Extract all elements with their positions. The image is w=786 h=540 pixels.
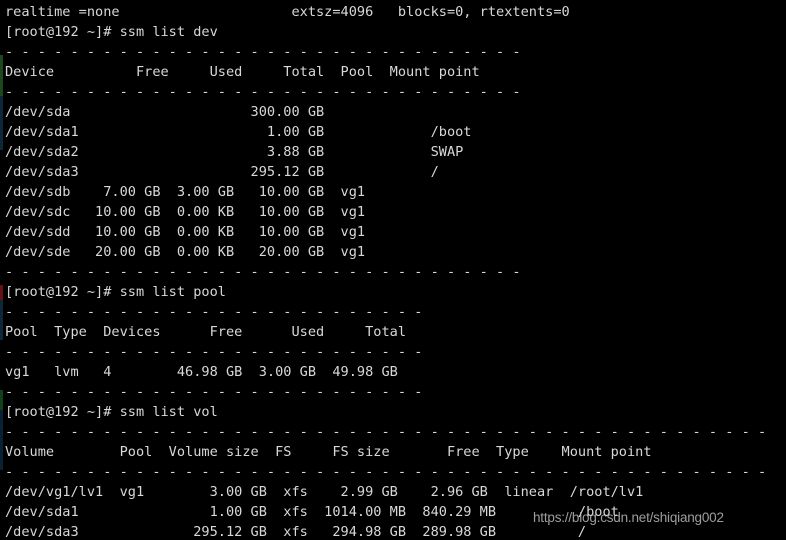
separator-vol-header: - - - - - - - - - - - - - - - - - - - - … bbox=[5, 464, 767, 480]
table-row: /dev/vg1/lv1 vg1 3.00 GB xfs 2.99 GB 2.9… bbox=[5, 484, 644, 500]
separator-dev-top: - - - - - - - - - - - - - - - - - - - - … bbox=[5, 44, 521, 60]
prompt-line-ssm-list-pool: [root@192 ~]# ssm list pool bbox=[5, 284, 226, 300]
separator-pool-bottom: - - - - - - - - - - - - - - - - - - - - … bbox=[5, 384, 423, 400]
separator-pool-header: - - - - - - - - - - - - - - - - - - - - … bbox=[5, 344, 423, 360]
vol-table-header: Volume Pool Volume size FS FS size Free … bbox=[5, 444, 652, 460]
pool-table-header: Pool Type Devices Free Used Total bbox=[5, 324, 407, 340]
table-row: /dev/sdd 10.00 GB 0.00 KB 10.00 GB vg1 bbox=[5, 224, 366, 240]
table-row: /dev/sda3 295.12 GB / bbox=[5, 164, 439, 180]
table-row: /dev/sda1 1.00 GB xfs 1014.00 MB 840.29 … bbox=[5, 504, 619, 520]
table-row: /dev/sda3 295.12 GB xfs 294.98 GB 289.98… bbox=[5, 524, 587, 540]
dev-table-header: Device Free Used Total Pool Mount point bbox=[5, 64, 480, 80]
separator-vol-top: - - - - - - - - - - - - - - - - - - - - … bbox=[5, 424, 767, 440]
prompt-line-ssm-list-dev: [root@192 ~]# ssm list dev bbox=[5, 24, 218, 40]
table-row: /dev/sda2 3.88 GB SWAP bbox=[5, 144, 464, 160]
table-row: /dev/sdb 7.00 GB 3.00 GB 10.00 GB vg1 bbox=[5, 184, 366, 200]
table-row: /dev/sda 300.00 GB bbox=[5, 104, 325, 120]
separator-pool-top: - - - - - - - - - - - - - - - - - - - - … bbox=[5, 304, 423, 320]
separator-dev-bottom: - - - - - - - - - - - - - - - - - - - - … bbox=[5, 264, 521, 280]
xfs-info-line: realtime =none extsz=4096 blocks=0, rtex… bbox=[5, 4, 570, 20]
table-row: /dev/sdc 10.00 GB 0.00 KB 10.00 GB vg1 bbox=[5, 204, 366, 220]
table-row: /dev/sde 20.00 GB 0.00 KB 20.00 GB vg1 bbox=[5, 244, 366, 260]
left-edge-artifact-strip bbox=[0, 0, 3, 540]
prompt-line-ssm-list-vol: [root@192 ~]# ssm list vol bbox=[5, 404, 218, 420]
table-row: /dev/sda1 1.00 GB /boot bbox=[5, 124, 472, 140]
terminal-window[interactable]: realtime =none extsz=4096 blocks=0, rtex… bbox=[0, 0, 786, 540]
table-row: vg1 lvm 4 46.98 GB 3.00 GB 49.98 GB bbox=[5, 364, 398, 380]
separator-dev-header: - - - - - - - - - - - - - - - - - - - - … bbox=[5, 84, 521, 100]
